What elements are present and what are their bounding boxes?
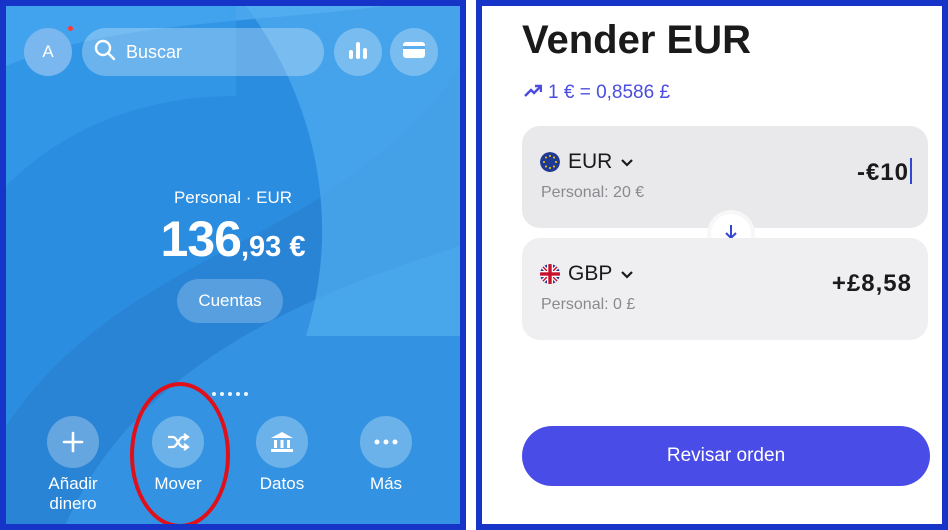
- to-currency-card[interactable]: GBP Personal: 0 £ +£8,58: [522, 238, 928, 340]
- bank-icon: [256, 416, 308, 468]
- move-highlight-ellipse: [130, 382, 230, 524]
- analytics-button[interactable]: [334, 28, 382, 76]
- balance-amount: 136,93 €: [6, 210, 460, 268]
- balance-integer: 136: [160, 211, 242, 267]
- details-label: Datos: [259, 474, 305, 493]
- from-account-balance: Personal: 20 €: [541, 184, 645, 201]
- exchange-rate-text: 1 € = 0,8586 £: [548, 82, 671, 103]
- uk-flag-icon: [540, 264, 560, 284]
- to-amount-value: +£8,58: [831, 270, 912, 297]
- from-currency-code: EUR: [568, 150, 613, 173]
- to-currency-selector[interactable]: GBP: [540, 262, 634, 286]
- account-label: Personal · EUR: [173, 188, 293, 207]
- search-placeholder: Buscar: [126, 41, 183, 62]
- page-title: Vender EUR: [522, 18, 751, 62]
- plus-icon: [47, 416, 99, 468]
- review-order-button[interactable]: Revisar orden: [522, 426, 930, 486]
- from-currency-selector[interactable]: EUR: [540, 150, 634, 174]
- from-amount-value: -€10: [856, 159, 909, 186]
- accounts-button[interactable]: Cuentas: [177, 279, 283, 323]
- add-money-label-line1: Añadir: [48, 474, 98, 493]
- balance-decimal: ,93: [240, 231, 282, 263]
- page-indicator: [212, 392, 248, 396]
- trend-up-icon: [524, 82, 543, 104]
- sell-currency-panel: Vender EUR 1 € = 0,8586 £ EUR Personal: …: [476, 0, 948, 530]
- from-amount-input[interactable]: -€10: [857, 158, 912, 187]
- to-currency-code: GBP: [568, 262, 613, 285]
- cards-button[interactable]: [390, 28, 438, 76]
- exchange-rate: 1 € = 0,8586 £: [524, 82, 670, 104]
- details-action[interactable]: Datos: [232, 416, 332, 494]
- avatar-initial: A: [42, 42, 54, 61]
- search-bar[interactable]: Buscar: [82, 28, 324, 76]
- balance-currency: €: [281, 231, 306, 263]
- to-account-balance: Personal: 0 £: [541, 296, 636, 313]
- avatar[interactable]: A: [24, 28, 72, 76]
- text-caret: [910, 158, 912, 184]
- search-icon: [94, 39, 116, 66]
- chevron-down-icon: [620, 262, 634, 286]
- bar-chart-icon: [347, 39, 369, 66]
- more-action[interactable]: Más: [336, 416, 436, 494]
- more-icon: [360, 416, 412, 468]
- notification-dot: [68, 26, 73, 31]
- add-money-label-line2: dinero: [49, 494, 97, 513]
- chevron-down-icon: [620, 150, 634, 174]
- card-icon: [402, 40, 426, 65]
- from-currency-card[interactable]: EUR Personal: 20 € -€10: [522, 126, 928, 228]
- add-money-action[interactable]: Añadir dinero: [23, 416, 123, 514]
- eu-flag-icon: [540, 152, 560, 172]
- home-screen-panel: A Buscar Personal · EUR 136,93 € Cuentas…: [0, 0, 466, 530]
- more-label: Más: [369, 474, 403, 493]
